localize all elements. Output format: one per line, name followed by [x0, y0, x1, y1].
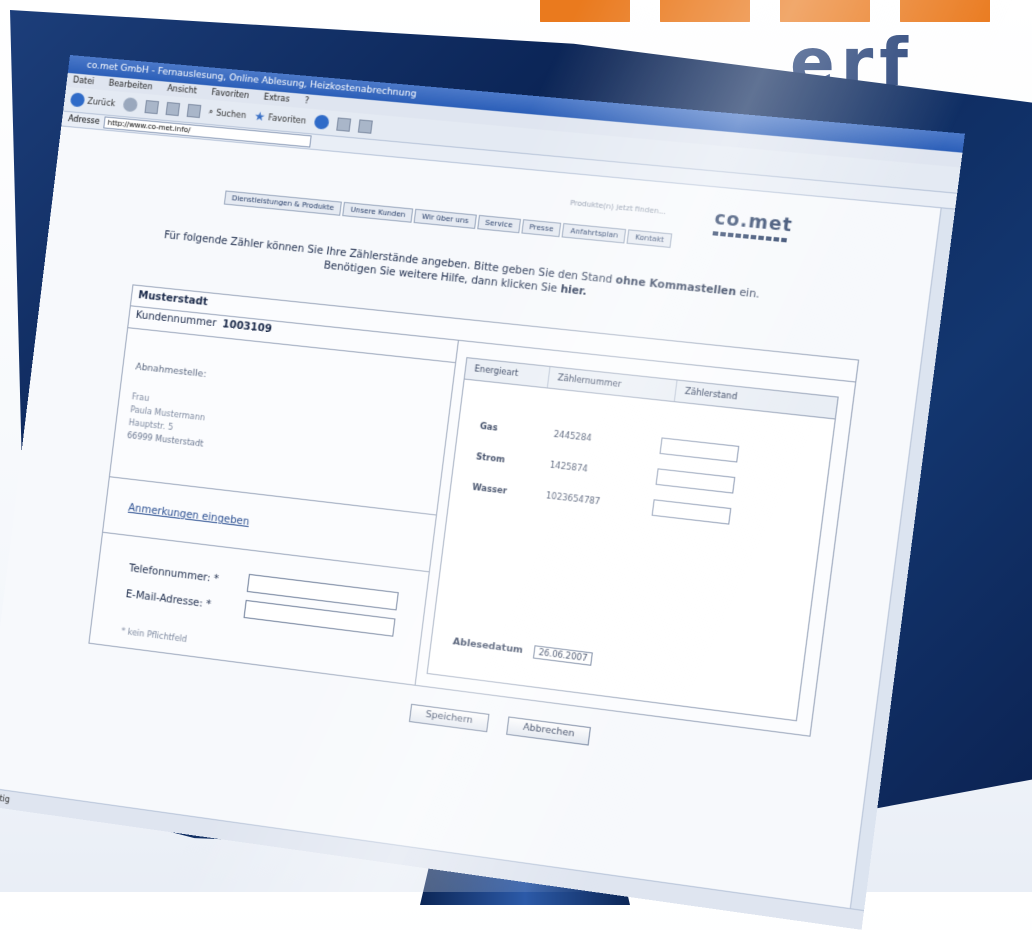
ablesedatum-label: Ablesedatum: [452, 637, 523, 656]
menu-help[interactable]: ?: [304, 96, 309, 105]
menu-extras[interactable]: Extras: [263, 92, 290, 103]
favorites-button[interactable]: ★ Favoriten: [253, 109, 307, 128]
back-arrow-icon: [70, 92, 86, 107]
browser-window: co.met GmbH - Fernauslesung, Online Able…: [0, 55, 965, 930]
zaehlerstand-gas-input[interactable]: [659, 437, 739, 462]
menu-bearbeiten[interactable]: Bearbeiten: [108, 79, 153, 92]
cancel-button[interactable]: Abbrechen: [506, 716, 591, 745]
notes-link[interactable]: Anmerkungen eingeben: [128, 503, 250, 528]
menu-favoriten[interactable]: Favoriten: [211, 88, 250, 100]
abnahmestelle-label: Abnahmestelle:: [135, 362, 207, 380]
city-heading: Musterstadt: [138, 290, 209, 308]
zaehlerstand-wasser-input[interactable]: [652, 499, 732, 524]
search-icon: ⌕: [208, 107, 214, 117]
col-zaehlerstand: Zählerstand: [675, 381, 817, 417]
star-icon: ★: [253, 109, 266, 124]
help-link[interactable]: hier.: [560, 284, 588, 298]
nav-anfahrtsplan[interactable]: Anfahrtsplan: [562, 223, 626, 243]
refresh-icon[interactable]: [166, 101, 181, 115]
meter-panel: Energieart Zählernummer Zählerstand Gas …: [427, 357, 839, 721]
search-button[interactable]: ⌕ Suchen: [208, 107, 247, 120]
phone-label: Telefonnummer: *: [128, 563, 240, 588]
pflicht-note: * kein Pflichtfeld: [121, 627, 188, 644]
forward-arrow-icon[interactable]: [122, 97, 138, 112]
col-zaehlernummer: Zählernummer: [548, 367, 678, 401]
stop-icon[interactable]: [144, 100, 159, 114]
meter-form: Musterstadt Kundennummer 1003109 Abnahmes…: [88, 284, 859, 736]
back-button[interactable]: Zurück: [70, 92, 116, 110]
nav-ueber-uns[interactable]: Wir über uns: [414, 209, 477, 229]
site-nav: Dienstleistungen & Produkte Unsere Kunde…: [224, 190, 673, 248]
delivery-address: Frau Paula Mustermann Hauptstr. 5 66999 …: [126, 390, 209, 450]
menu-datei[interactable]: Datei: [72, 75, 94, 86]
mail-icon[interactable]: [336, 117, 351, 131]
page-content: Produkte(n) jetzt finden... co.met Diens…: [0, 126, 955, 911]
save-button[interactable]: Speichern: [409, 704, 490, 732]
nav-kontakt[interactable]: Kontakt: [627, 229, 673, 248]
nav-service[interactable]: Service: [477, 215, 521, 233]
address-label: Adresse: [67, 112, 100, 129]
customer-panel: Kundennummer 1003109 Abnahmestelle: Frau …: [89, 305, 459, 684]
home-icon[interactable]: [187, 103, 202, 117]
nav-dienstleistungen[interactable]: Dienstleistungen & Produkte: [224, 190, 342, 215]
customer-number: Kundennummer 1003109: [135, 310, 272, 335]
nav-kunden[interactable]: Unsere Kunden: [342, 202, 413, 223]
email-label: E-Mail-Adresse: *: [125, 589, 237, 614]
zaehlerstand-strom-input[interactable]: [656, 468, 736, 493]
ablesedatum-input[interactable]: 26.06.2007: [533, 645, 594, 666]
monitor: co.met GmbH - Fernauslesung, Online Able…: [0, 0, 1032, 892]
ablesedatum-row: Ablesedatum 26.06.2007: [452, 635, 593, 666]
form-buttons: Speichern Abbrechen: [409, 704, 592, 746]
print-icon[interactable]: [358, 119, 373, 133]
site-search-hint[interactable]: Produkte(n) jetzt finden...: [570, 199, 667, 216]
meter-table-header: Energieart Zählernummer Zählerstand: [465, 358, 838, 419]
menu-ansicht[interactable]: Ansicht: [167, 84, 198, 96]
col-energieart: Energieart: [465, 358, 551, 387]
nav-presse[interactable]: Presse: [521, 219, 562, 237]
history-icon[interactable]: [313, 114, 329, 129]
